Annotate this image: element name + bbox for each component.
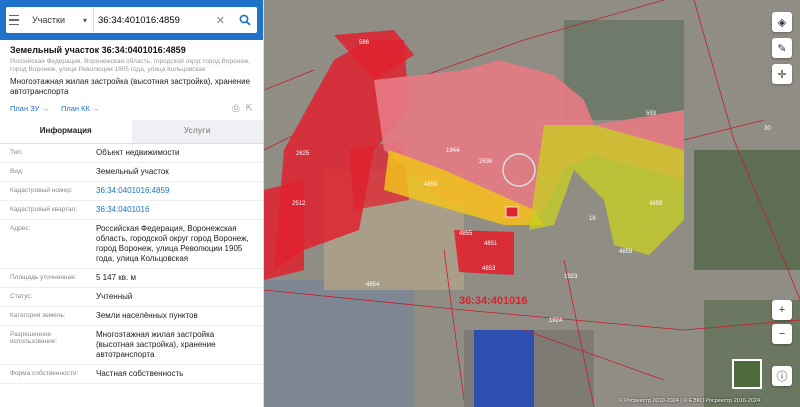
field-label: Статус:	[10, 293, 33, 300]
plan-zu-link[interactable]: План ЗУ →	[10, 104, 49, 113]
layers-icon: ◈	[777, 16, 787, 29]
map-copyright: © Росреестр 2010-2024 | © ЕЭКО Росреестр…	[618, 398, 760, 404]
field-row: Площадь уточненная: 5 147 кв. м	[0, 269, 263, 288]
search-type-select[interactable]: Участки ▾	[26, 7, 94, 33]
parcel-red[interactable]	[264, 180, 304, 280]
print-icon[interactable]: ⎙	[232, 103, 239, 114]
field-value: 5 147 кв. м	[96, 273, 136, 282]
field-value: Учтенный	[96, 292, 133, 301]
map-label: 2636	[479, 159, 493, 165]
field-value: Российская Федерация, Воронежская област…	[96, 224, 249, 263]
map-label: 4859	[619, 249, 633, 255]
search-type-label: Участки	[32, 15, 65, 25]
map-label: 4855	[459, 231, 473, 237]
cadastral-quarter-label: 36:34:401016	[459, 295, 528, 307]
field-label: Кадастровый номер:	[10, 187, 73, 194]
field-label: Форма собственности:	[10, 370, 79, 377]
cadastral-quarter-link[interactable]: 36:34:0401016	[96, 201, 253, 219]
info-icon: ⓘ	[776, 371, 788, 383]
clear-icon[interactable]: ✕	[212, 14, 229, 27]
map-label: 2512	[292, 201, 306, 207]
search-icon	[239, 14, 251, 26]
field-label: Категория земель:	[10, 312, 66, 319]
menu-icon[interactable]	[6, 7, 26, 33]
map-label: 1924	[549, 318, 563, 324]
map-label: 4859	[424, 182, 438, 188]
field-label: Разрешенное использование:	[10, 331, 58, 345]
card-header: Земельный участок 36:34:0401016:4859 Рос…	[0, 40, 263, 114]
search-bar: Участки ▾ ✕	[0, 0, 263, 40]
field-label: Кадастровый квартал:	[10, 206, 78, 213]
map-label: 16	[589, 216, 596, 222]
map-label: 593	[646, 111, 657, 117]
field-label: Площадь уточненная:	[10, 274, 77, 281]
minus-icon: −	[778, 328, 786, 340]
info-button[interactable]: ⓘ	[772, 366, 792, 386]
locate-button[interactable]: ✛	[772, 64, 792, 84]
field-row: Кадастровый квартал: 36:34:0401016	[0, 201, 263, 220]
field-row: Адрес: Российская Федерация, Воронежская …	[0, 220, 263, 269]
search-field[interactable]: ✕	[94, 7, 233, 33]
page-title: Земельный участок 36:34:0401016:4859	[10, 45, 186, 55]
field-label: Вид:	[10, 168, 24, 175]
field-value: Частная собственность	[96, 369, 184, 378]
search-button[interactable]	[233, 7, 257, 33]
tabs: Информация Услуги	[0, 120, 263, 144]
basemap-thumbnail[interactable]	[732, 359, 762, 389]
map-label: 1923	[564, 274, 578, 280]
field-row: Категория земель: Земли населённых пункто…	[0, 307, 263, 326]
field-row: Разрешенное использование: Многоэтажная ж…	[0, 326, 263, 365]
crosshair-icon: ✛	[777, 68, 787, 81]
plus-icon: +	[778, 304, 786, 316]
field-row: Кадастровый номер: 36:34:0401016:4859	[0, 182, 263, 201]
zoom-out-button[interactable]: −	[772, 324, 792, 344]
map-canvas[interactable]: 1944 2636 4859 4859 4859 4855 4854 4851 …	[264, 0, 800, 407]
field-label: Адрес:	[10, 225, 31, 232]
field-row: Тип: Объект недвижимости	[0, 144, 263, 163]
map-label: 586	[359, 40, 370, 46]
info-sidebar: Участки ▾ ✕ Земельный участок 36:34:0401…	[0, 0, 264, 407]
zoom-in-button[interactable]: +	[772, 300, 792, 320]
field-value: Объект недвижимости	[96, 148, 180, 157]
cadastral-map[interactable]: 1944 2636 4859 4859 4859 4855 4854 4851 …	[264, 0, 800, 407]
field-row: Вид: Земельный участок	[0, 163, 263, 182]
field-row: Статус: Учтенный	[0, 288, 263, 307]
card-links: План ЗУ → План КК → ⎙ ⇱	[10, 103, 253, 114]
field-row: Форма собственности: Частная собственност…	[0, 365, 263, 384]
field-value: Земельный участок	[96, 167, 169, 176]
cadastral-number-link[interactable]: 36:34:0401016:4859	[96, 182, 253, 200]
tab-info[interactable]: Информация	[0, 120, 132, 143]
field-value: Земли населённых пунктов	[96, 311, 198, 320]
parcel-marker[interactable]	[505, 206, 519, 218]
map-label: 30	[764, 126, 771, 132]
field-value: Многоэтажная жилая застройка (высотная з…	[96, 330, 216, 359]
map-label: 4859	[649, 201, 663, 207]
card-purpose: Многоэтажная жилая застройка (высотная з…	[10, 77, 251, 96]
map-label: 4854	[366, 282, 380, 288]
field-label: Тип:	[10, 149, 23, 156]
tab-services[interactable]: Услуги	[131, 120, 263, 143]
map-label: 2625	[296, 151, 310, 157]
ruler-button[interactable]: ✎	[772, 38, 792, 58]
search-input[interactable]	[98, 14, 212, 26]
card-address: Российская Федерация, Воронежская област…	[10, 58, 251, 73]
map-label: 4853	[482, 266, 496, 272]
map-label: 1944	[446, 148, 460, 154]
plan-kk-link[interactable]: План КК →	[61, 104, 100, 113]
chevron-down-icon: ▾	[82, 15, 87, 25]
ruler-icon: ✎	[777, 42, 787, 55]
map-label: 4851	[484, 241, 498, 247]
layers-button[interactable]: ◈	[772, 12, 792, 32]
share-icon[interactable]: ⇱	[245, 103, 253, 114]
